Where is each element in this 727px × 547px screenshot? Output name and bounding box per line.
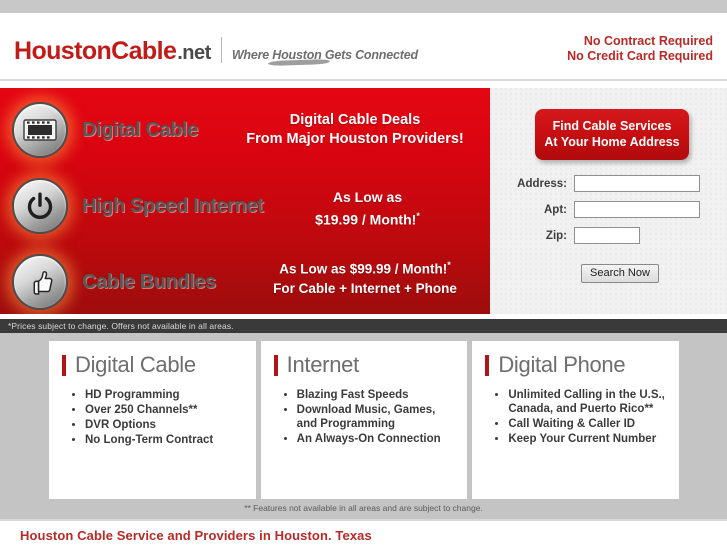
accent-bar-icon xyxy=(273,354,278,376)
apt-label: Apt: xyxy=(544,203,567,216)
hero-service-row-cable[interactable]: Digital Cable xyxy=(12,102,198,158)
zip-label: Zip: xyxy=(545,229,567,242)
power-button-icon xyxy=(12,178,68,234)
hero-service-row-bundles[interactable]: Cable Bundles xyxy=(12,254,216,310)
logo-divider xyxy=(220,37,222,63)
price-disclaimer-strip: *Prices subject to change. Offers not av… xyxy=(0,319,727,333)
features-footnote: ** Features not available in all areas a… xyxy=(244,503,483,513)
address-row: Address: xyxy=(490,175,727,192)
feature-card-title: Digital Phone xyxy=(498,352,626,377)
hero-service-label-internet: High Speed Internet xyxy=(82,194,264,217)
site-footer: Houston Cable Service and Providers in H… xyxy=(0,519,727,547)
promo-internet-line2: $19.99 / Month! xyxy=(315,211,417,228)
promo-bundle-asterisk: * xyxy=(447,260,451,270)
site-header: HoustonCable .net Where Houston Gets Con… xyxy=(0,13,727,81)
apt-row: Apt: xyxy=(490,201,727,218)
promo-bundle-price: As Low as $99.99 / Month!* For Cable + I… xyxy=(245,256,485,298)
address-label: Address: xyxy=(517,177,567,190)
feature-list: HD Programming Over 250 Channels** DVR O… xyxy=(62,388,246,447)
accent-bar-icon xyxy=(485,354,490,376)
address-input[interactable] xyxy=(574,175,700,192)
list-item: HD Programming xyxy=(85,388,246,402)
apt-input[interactable] xyxy=(574,201,700,218)
list-item: Over 250 Channels** xyxy=(85,403,246,417)
feature-list: Unlimited Calling in the U.S., Canada, a… xyxy=(485,388,669,446)
promo-internet-line2-wrap: $19.99 / Month!* xyxy=(255,207,480,230)
header-promo-text: No Contract Required No Credit Card Requ… xyxy=(567,34,713,64)
promo-internet-price: As Low as $19.99 / Month!* xyxy=(255,188,480,230)
film-strip-icon xyxy=(12,102,68,158)
hero-red-panel: Digital Cable High Speed Internet Cable … xyxy=(0,88,490,314)
hero-service-label-cable: Digital Cable xyxy=(82,118,198,141)
thumbs-up-icon xyxy=(12,254,68,310)
promo-internet-line1: As Low as xyxy=(332,189,403,205)
feature-cards-row: Digital Cable HD Programming Over 250 Ch… xyxy=(49,341,680,499)
feature-card-digital-phone: Digital Phone Unlimited Calling in the U… xyxy=(472,341,680,499)
logo-brand-text: HoustonCable xyxy=(14,37,177,65)
list-item: An Always-On Connection xyxy=(297,432,458,446)
promo-digital-cable: Digital Cable Deals From Major Houston P… xyxy=(230,111,480,149)
find-cta-line1: Find Cable Services xyxy=(552,119,672,133)
site-logo[interactable]: HoustonCable .net Where Houston Gets Con… xyxy=(14,33,418,67)
promo-bundle-line2: For Cable + Internet + Phone xyxy=(273,280,457,296)
page-root: HoustonCable .net Where Houston Gets Con… xyxy=(0,0,727,547)
list-item: Blazing Fast Speeds xyxy=(297,388,458,402)
feature-card-title-row: Digital Cable xyxy=(62,352,246,378)
tagline-wrap: Where Houston Gets Connected xyxy=(232,46,418,67)
top-gray-strip xyxy=(0,0,727,13)
address-lookup-form: Address: Apt: Zip: Search Now xyxy=(490,175,727,283)
feature-card-title-row: Internet xyxy=(273,352,458,378)
zip-row: Zip: xyxy=(490,227,727,244)
hero-service-row-internet[interactable]: High Speed Internet xyxy=(12,178,264,234)
search-panel: Find Cable Services At Your Home Address… xyxy=(490,88,727,314)
feature-card-digital-cable: Digital Cable HD Programming Over 250 Ch… xyxy=(49,341,256,499)
promo-cable-line2: From Major Houston Providers! xyxy=(246,131,464,147)
feature-card-title: Internet xyxy=(286,352,360,377)
list-item: Unlimited Calling in the U.S., Canada, a… xyxy=(508,388,669,416)
list-item: Call Waiting & Caller ID xyxy=(508,417,669,431)
hero-service-label-bundles: Cable Bundles xyxy=(82,270,216,293)
accent-bar-icon xyxy=(62,354,66,376)
promo-bundle-line1-wrap: As Low as $99.99 / Month!* xyxy=(245,256,485,279)
find-cta-line2: At Your Home Address xyxy=(544,135,680,149)
feature-card-internet: Internet Blazing Fast Speeds Download Mu… xyxy=(260,341,468,499)
footer-heading: Houston Cable Service and Providers in H… xyxy=(20,528,372,543)
brush-swoosh-icon xyxy=(267,58,330,67)
list-item: No Long-Term Contract xyxy=(85,433,246,447)
zip-input[interactable] xyxy=(574,227,640,244)
promo-bundle-line1: As Low as $99.99 / Month! xyxy=(279,261,448,277)
no-contract-line: No Contract Required xyxy=(583,34,713,48)
logo-tld-text: .net xyxy=(177,42,211,64)
promo-cable-line1: Digital Cable Deals xyxy=(289,112,421,128)
hero-banner: Digital Cable High Speed Internet Cable … xyxy=(0,88,727,314)
no-credit-card-line: No Credit Card Required xyxy=(567,49,713,63)
feature-card-title: Digital Cable xyxy=(75,352,196,377)
list-item: Keep Your Current Number xyxy=(508,432,669,446)
promo-internet-asterisk: * xyxy=(416,211,420,221)
feature-list: Blazing Fast Speeds Download Music, Game… xyxy=(274,388,458,446)
list-item: DVR Options xyxy=(85,418,246,432)
features-section: Digital Cable HD Programming Over 250 Ch… xyxy=(0,333,727,519)
feature-card-title-row: Digital Phone xyxy=(485,352,669,378)
list-item: Download Music, Games, and Programming xyxy=(297,403,458,431)
search-now-button[interactable]: Search Now xyxy=(581,264,659,283)
find-cable-services-button[interactable]: Find Cable Services At Your Home Address xyxy=(535,109,689,160)
